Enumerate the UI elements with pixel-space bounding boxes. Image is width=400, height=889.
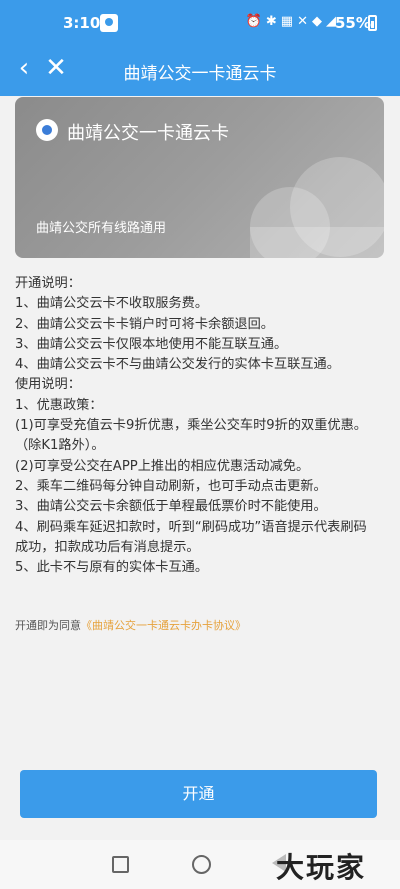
recent-apps-icon[interactable]	[112, 856, 129, 873]
instruction-line: 使用说明：	[15, 377, 81, 393]
battery-icon	[368, 15, 377, 31]
agreement-link[interactable]: 《曲靖公交一卡通云卡办卡协议》	[81, 619, 246, 632]
cloud-icon	[250, 157, 384, 258]
instruction-line: 1、优惠政策：	[15, 397, 103, 413]
instruction-line: 2、曲靖公交云卡卡销户时可将卡余额退回。	[15, 316, 274, 332]
instruction-line: 1、曲靖公交云卡不收取服务费。	[15, 296, 209, 312]
instruction-line: (2)可享受公交在APP上推出的相应优惠活动减免。	[15, 458, 310, 474]
instruction-line: 5、此卡不与原有的实体卡互通。	[15, 560, 209, 576]
instruction-line: 成功，扣款成功后有消息提示。	[15, 539, 200, 555]
home-icon[interactable]	[192, 855, 211, 874]
card-description: 曲靖公交所有线路通用	[36, 221, 167, 236]
instruction-line: （除K1路外）。	[15, 438, 105, 454]
top-bar: 3:10 ⏰✱▦✕◆◢ 55% ‹ ✕ 曲靖公交一卡通云卡	[0, 0, 400, 96]
open-button[interactable]: 开通	[20, 770, 377, 818]
card-name: 曲靖公交一卡通云卡	[67, 123, 229, 144]
instruction-line: 开通说明：	[15, 276, 81, 291]
alarm-icon: ⏰	[245, 14, 266, 29]
volte-icon: ▦	[280, 14, 298, 29]
instruction-line: 3、曲靖公交云卡仅限本地使用不能互联互通。	[15, 336, 288, 352]
instruction-line: (1)可享受充值云卡9折优惠，乘坐公交车时9折的双重优惠。	[15, 418, 367, 434]
page-title: 曲靖公交一卡通云卡	[123, 64, 277, 84]
mute-icon: ✕	[297, 14, 312, 29]
bluetooth-icon: ✱	[265, 14, 281, 29]
instruction-line: 2、乘车二维码每分钟自动刷新，也可手动点击更新。	[15, 478, 327, 494]
bus-logo-icon	[36, 119, 58, 141]
instruction-line: 4、曲靖公交云卡不与曲靖公交发行的实体卡互联互通。	[15, 357, 340, 373]
instructions: 开通说明： 1、曲靖公交云卡不收取服务费。 2、曲靖公交云卡卡销户时可将卡余额退…	[15, 274, 385, 578]
agreement-prefix: 开通即为同意	[15, 619, 81, 632]
status-icons: ⏰✱▦✕◆◢	[246, 14, 340, 29]
instruction-line: 3、曲靖公交云卡余额低于单程最低票价时不能使用。	[15, 499, 327, 515]
wifi-icon: ◆	[312, 14, 326, 29]
app-notification-icon	[100, 14, 118, 32]
cloud-card: 曲靖公交一卡通云卡 曲靖公交所有线路通用	[15, 97, 384, 258]
battery-text: 55%	[335, 14, 371, 32]
status-bar: 3:10 ⏰✱▦✕◆◢ 55%	[0, 0, 400, 48]
status-time: 3:10	[63, 14, 101, 32]
agreement-text: 开通即为同意《曲靖公交一卡通云卡办卡协议》	[15, 617, 246, 633]
nav-bar: ‹ ✕ 曲靖公交一卡通云卡	[0, 48, 400, 96]
instruction-line: 4、刷码乘车延迟扣款时，听到“刷码成功”语音提示代表刷码	[15, 519, 367, 535]
watermark: 大玩家	[276, 851, 367, 884]
